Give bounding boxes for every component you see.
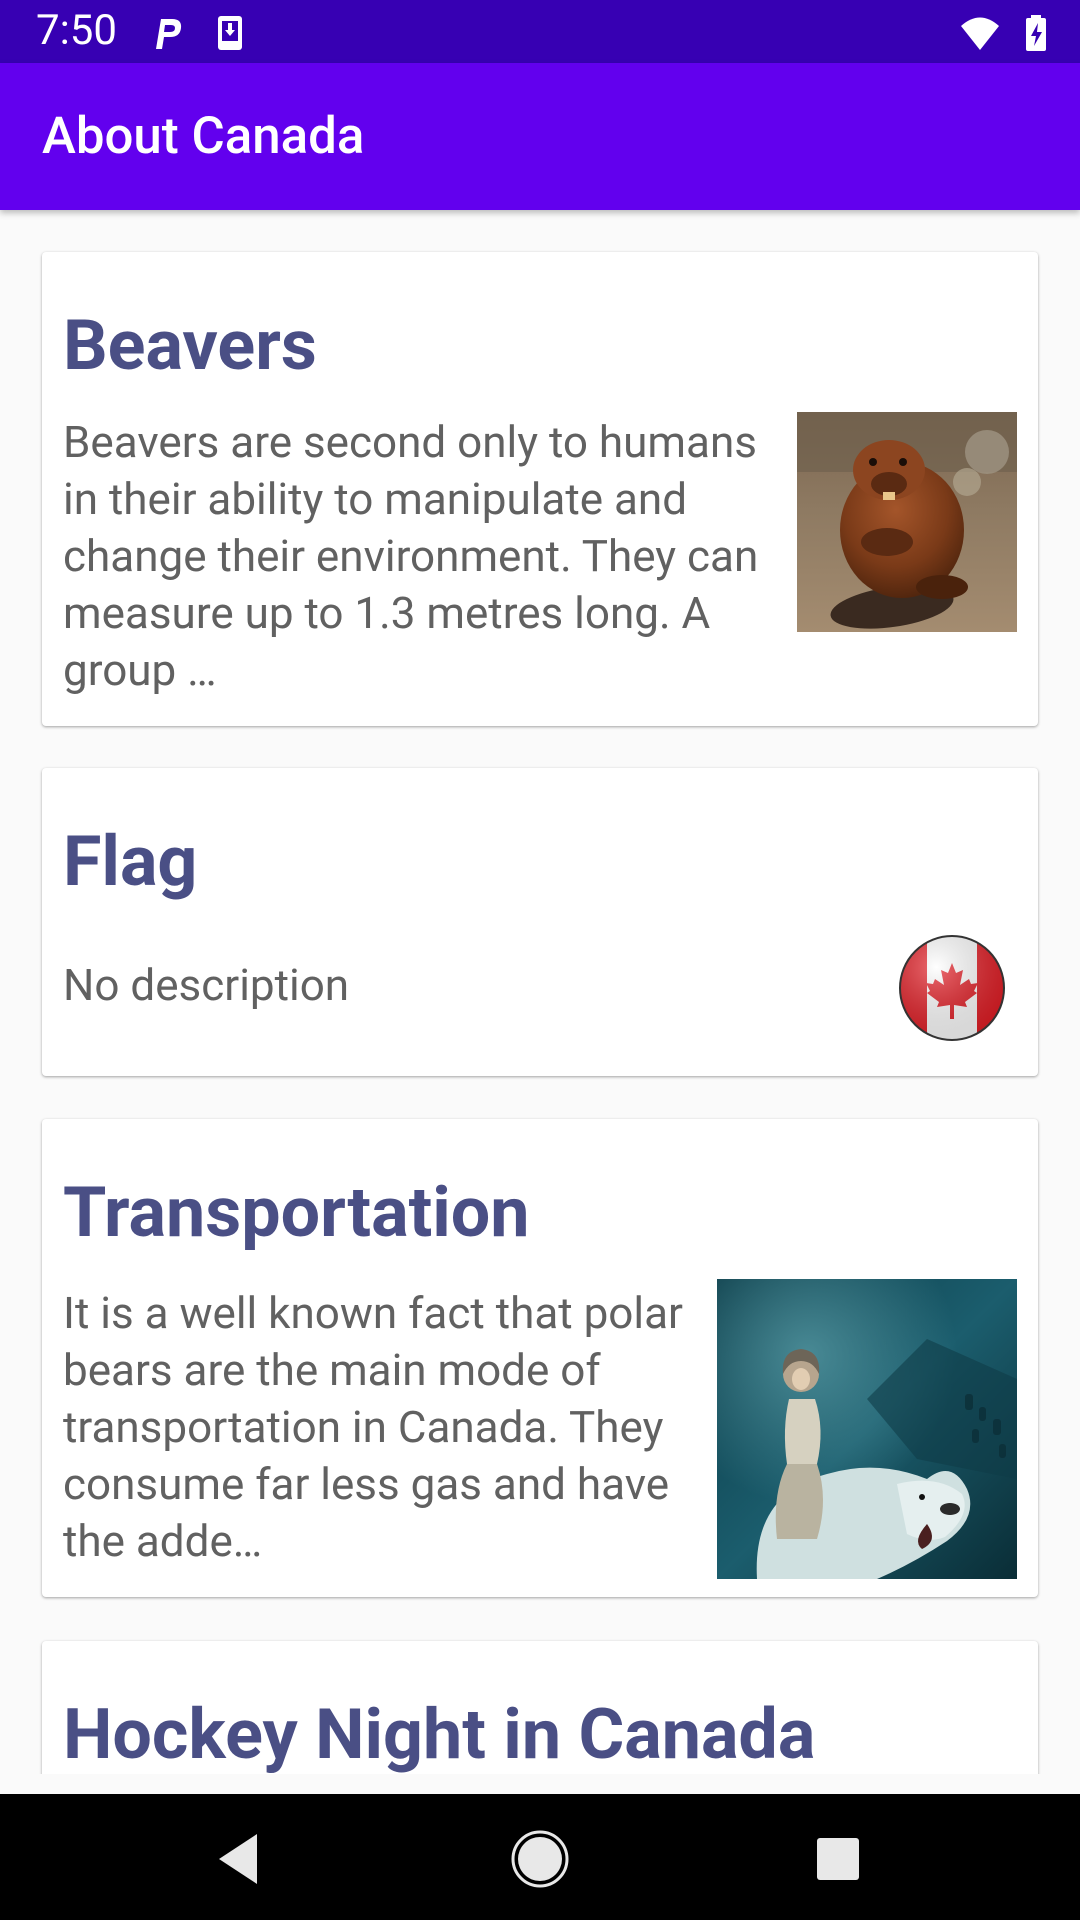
card-flag[interactable]: Flag No description (42, 768, 1038, 1076)
home-icon[interactable] (505, 1824, 575, 1894)
card-hockey-night-in-canada[interactable]: Hockey Night in Canada (42, 1641, 1038, 1774)
wifi-icon (961, 17, 999, 50)
card-description: No description (63, 959, 350, 1011)
battery-icon (1026, 15, 1046, 51)
card-title: Beavers (63, 305, 317, 387)
app-bar: About Canada (0, 63, 1080, 210)
card-title: Hockey Night in Canada (63, 1694, 816, 1774)
card-transportation[interactable]: Transportation It is a well known fact t… (42, 1119, 1038, 1597)
app-bar-title: About Canada (42, 107, 365, 166)
polar-bear-rider-photo (717, 1279, 1017, 1579)
card-description: It is a well known fact that polar bears… (63, 1287, 683, 1567)
canada-flag-icon (897, 933, 1007, 1043)
card-title: Flag (63, 821, 198, 903)
beaver-photo (797, 412, 1017, 632)
status-bar: 7:50 (0, 0, 1080, 63)
recents-icon[interactable] (803, 1824, 873, 1894)
card-description: Beavers are second only to humans in the… (63, 416, 759, 696)
status-time: 7:50 (36, 6, 117, 55)
back-icon[interactable] (203, 1824, 273, 1894)
card-list[interactable]: Beavers Beavers are second only to human… (0, 210, 1080, 1774)
card-title: Transportation (63, 1172, 530, 1254)
navigation-bar (0, 1794, 1080, 1920)
parking-icon (156, 19, 182, 49)
card-beavers[interactable]: Beavers Beavers are second only to human… (42, 252, 1038, 726)
download-icon (218, 16, 242, 50)
